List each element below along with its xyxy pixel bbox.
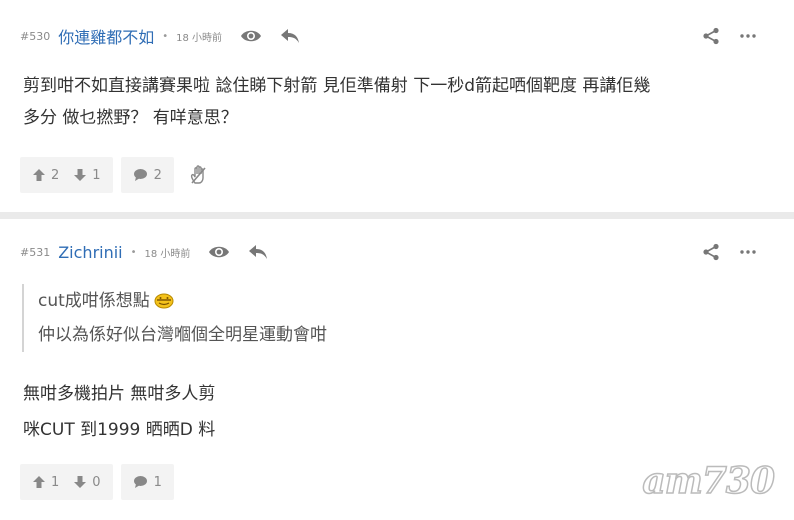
comments-button[interactable]: 1 — [120, 464, 174, 500]
upvote-button[interactable]: 1 — [32, 475, 59, 490]
username-link[interactable]: Zichrinii — [58, 243, 122, 262]
reply-icon[interactable] — [280, 28, 300, 44]
comment-count: 1 — [153, 474, 162, 490]
am730-watermark: am730 — [642, 459, 776, 503]
post-time: 18 小時前 — [176, 32, 223, 44]
thumbs-down-icon — [74, 169, 87, 181]
content-line: 咪CUT 到1999 晒晒D 料 — [23, 420, 216, 440]
thumbs-up-icon — [33, 169, 45, 181]
more-options-icon[interactable] — [740, 34, 756, 38]
post-header: #530 你連雞都不如 • 18 小時前 — [20, 24, 774, 48]
comment-icon — [133, 169, 147, 181]
post-header: #531 Zichrinii • 18 小時前 — [20, 240, 774, 264]
reply-icon[interactable] — [248, 244, 268, 260]
username-link[interactable]: 你連雞都不如 — [58, 24, 154, 48]
vote-group: 1 0 — [20, 464, 113, 500]
separator-dot: • — [130, 246, 137, 258]
comment-post: #531 Zichrinii • 18 小時前 cut成咁係想點 仲以為係好似台… — [0, 219, 794, 520]
downvote-count: 0 — [92, 474, 101, 490]
post-content: 剪到咁不如直接講賽果啦 諗住睇下射箭 見佢準備射 下一秒d箭起哂個靶度 再講佢幾… — [23, 70, 764, 134]
post-content: 無咁多機拍片 無咁多人剪 咪CUT 到1999 晒晒D 料 — [23, 376, 764, 448]
content-line: 多分 做乜撚野？ 有咩意思？ — [23, 108, 238, 128]
vote-group: 2 1 — [20, 157, 113, 193]
post-actions: 2 1 2 — [20, 157, 208, 193]
content-line: 無咁多機拍片 無咁多人剪 — [23, 384, 216, 404]
more-options-icon[interactable] — [740, 250, 756, 254]
comment-icon — [133, 476, 147, 488]
comments-button[interactable]: 2 — [120, 157, 174, 193]
quoted-reply: cut成咁係想點 仲以為係好似台灣嗰個全明星運動會咁 — [22, 284, 327, 352]
downvote-button[interactable]: 0 — [73, 474, 101, 490]
upvote-count: 2 — [51, 167, 60, 183]
separator-dot: • — [162, 30, 169, 42]
comment-count: 2 — [153, 167, 162, 183]
quote-line: 仲以為係好似台灣嗰個全明星運動會咁 — [38, 325, 327, 345]
share-icon[interactable] — [702, 27, 720, 45]
quote-line: cut成咁係想點 — [38, 291, 150, 311]
post-actions: 1 0 1 — [20, 464, 188, 500]
eye-icon[interactable] — [208, 245, 230, 259]
block-hand-icon[interactable] — [190, 165, 208, 185]
thumbs-down-icon — [74, 476, 87, 488]
upvote-button[interactable]: 2 — [32, 168, 59, 183]
post-tools — [702, 243, 756, 261]
comment-post: #530 你連雞都不如 • 18 小時前 剪到咁不如直接講賽果啦 諗住睇下射箭 … — [0, 0, 794, 212]
post-time: 18 小時前 — [144, 248, 191, 260]
emoji-icon — [154, 293, 174, 309]
post-number[interactable]: #531 — [20, 246, 50, 259]
content-line: 剪到咁不如直接講賽果啦 諗住睇下射箭 見佢準備射 下一秒d箭起哂個靶度 再講佢幾 — [23, 76, 651, 96]
upvote-count: 1 — [51, 474, 60, 490]
post-number[interactable]: #530 — [20, 30, 50, 43]
thumbs-up-icon — [33, 476, 45, 488]
eye-icon[interactable] — [240, 29, 262, 43]
post-tools — [702, 27, 756, 45]
downvote-button[interactable]: 1 — [73, 167, 101, 183]
downvote-count: 1 — [92, 167, 101, 183]
share-icon[interactable] — [702, 243, 720, 261]
